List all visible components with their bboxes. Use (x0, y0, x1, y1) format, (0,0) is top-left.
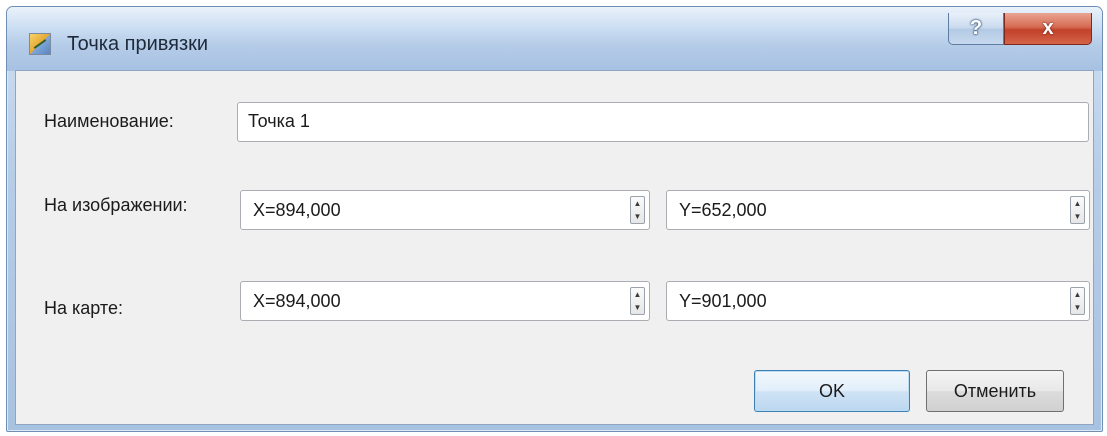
spin-down-icon[interactable]: ▼ (631, 210, 644, 223)
help-button[interactable]: ? (948, 13, 1004, 45)
spin-up-icon[interactable]: ▲ (1071, 288, 1084, 301)
dialog-window: Точка привязки ? x Наименование: Точка 1… (6, 6, 1103, 432)
close-button[interactable]: x (1004, 13, 1092, 45)
name-label: Наименование: (44, 111, 174, 131)
cancel-button[interactable]: Отменить (926, 370, 1064, 412)
spin-up-icon[interactable]: ▲ (631, 288, 644, 301)
spin-down-icon[interactable]: ▼ (1071, 210, 1084, 223)
image-y-spin-arrows[interactable]: ▲ ▼ (1070, 196, 1085, 224)
map-y-value: Y=901,000 (679, 291, 767, 311)
title-bar[interactable]: Точка привязки ? x (7, 7, 1102, 71)
spin-up-icon[interactable]: ▲ (1071, 197, 1084, 210)
map-y-spinbox[interactable]: Y=901,000 ▲ ▼ (666, 281, 1090, 321)
image-y-value: Y=652,000 (679, 200, 767, 220)
dialog-content: Наименование: Точка 1 На изображении: X=… (15, 70, 1094, 425)
spin-up-icon[interactable]: ▲ (631, 197, 644, 210)
map-coords-label: На карте: (44, 298, 123, 318)
map-y-spin-arrows[interactable]: ▲ ▼ (1070, 287, 1085, 315)
ok-button[interactable]: OK (754, 370, 910, 412)
app-icon (29, 33, 51, 55)
image-y-spinbox[interactable]: Y=652,000 ▲ ▼ (666, 190, 1090, 230)
image-x-spinbox[interactable]: X=894,000 ▲ ▼ (240, 190, 650, 230)
image-x-value: X=894,000 (253, 200, 341, 220)
image-coords-label: На изображении: (44, 195, 188, 215)
window-title: Точка привязки (67, 33, 209, 55)
map-x-value: X=894,000 (253, 291, 341, 311)
name-input[interactable]: Точка 1 (237, 102, 1089, 142)
spin-down-icon[interactable]: ▼ (1071, 301, 1084, 314)
map-x-spin-arrows[interactable]: ▲ ▼ (630, 287, 645, 315)
help-icon: ? (969, 17, 983, 39)
image-x-spin-arrows[interactable]: ▲ ▼ (630, 196, 645, 224)
close-icon: x (1042, 17, 1054, 39)
spin-down-icon[interactable]: ▼ (631, 301, 644, 314)
map-x-spinbox[interactable]: X=894,000 ▲ ▼ (240, 281, 650, 321)
